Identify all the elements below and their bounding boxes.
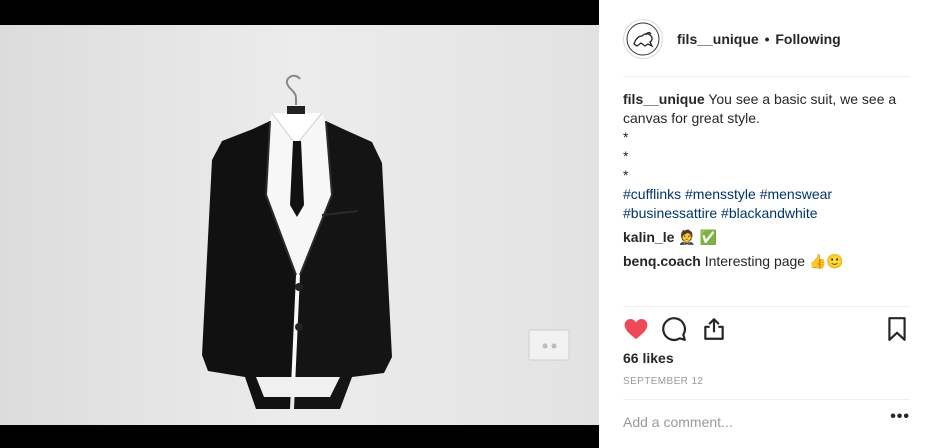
caption-bullet: * — [623, 148, 629, 164]
comment-username[interactable]: kalin_le — [623, 229, 674, 245]
post-panel: fils__unique • Following fils__unique Yo… — [599, 0, 934, 448]
caption: fils__unique You see a basic suit, we se… — [623, 90, 914, 223]
caption-hashtags[interactable]: #cufflinks #mensstyle #menswear — [623, 185, 914, 204]
lion-logo-icon — [626, 22, 660, 56]
post-username[interactable]: fils__unique — [677, 31, 759, 47]
avatar[interactable] — [623, 19, 663, 59]
save-button[interactable] — [884, 316, 910, 342]
heart-filled-icon — [624, 319, 648, 340]
comment-input[interactable]: Add a comment... — [623, 414, 733, 430]
divider — [623, 306, 910, 307]
suit-on-hanger-image — [0, 25, 599, 425]
comment-item: benq.coach Interesting page 👍🙂 — [623, 252, 914, 271]
comment-username[interactable]: benq.coach — [623, 253, 701, 269]
comment-button[interactable] — [661, 316, 687, 342]
separator-dot: • — [764, 31, 770, 47]
caption-bullet: * — [623, 129, 629, 145]
more-options-button[interactable]: ••• — [890, 408, 910, 426]
share-button[interactable] — [701, 316, 727, 342]
comments-list: fils__unique You see a basic suit, we se… — [623, 90, 914, 271]
caption-bullet: * — [623, 167, 629, 183]
divider — [623, 399, 910, 400]
share-icon — [704, 318, 724, 340]
comment-bubble-icon — [662, 317, 686, 341]
bookmark-icon — [888, 317, 906, 341]
comment-item: kalin_le 🤵 ✅ — [623, 228, 914, 247]
post-photo[interactable] — [0, 25, 599, 425]
post-header: fils__unique • Following — [623, 17, 841, 61]
likes-count[interactable]: 66 likes — [623, 350, 674, 366]
action-bar — [623, 316, 910, 344]
divider — [623, 76, 910, 77]
like-button[interactable] — [623, 316, 649, 342]
caption-username[interactable]: fils__unique — [623, 91, 705, 107]
comment-text: 🤵 ✅ — [678, 229, 718, 245]
comment-text: Interesting page 👍🙂 — [704, 253, 844, 269]
caption-hashtags[interactable]: #businessattire #blackandwhite — [623, 204, 914, 223]
following-status[interactable]: Following — [775, 31, 840, 47]
post-date: SEPTEMBER 12 — [623, 376, 704, 387]
post-media[interactable] — [0, 0, 599, 448]
